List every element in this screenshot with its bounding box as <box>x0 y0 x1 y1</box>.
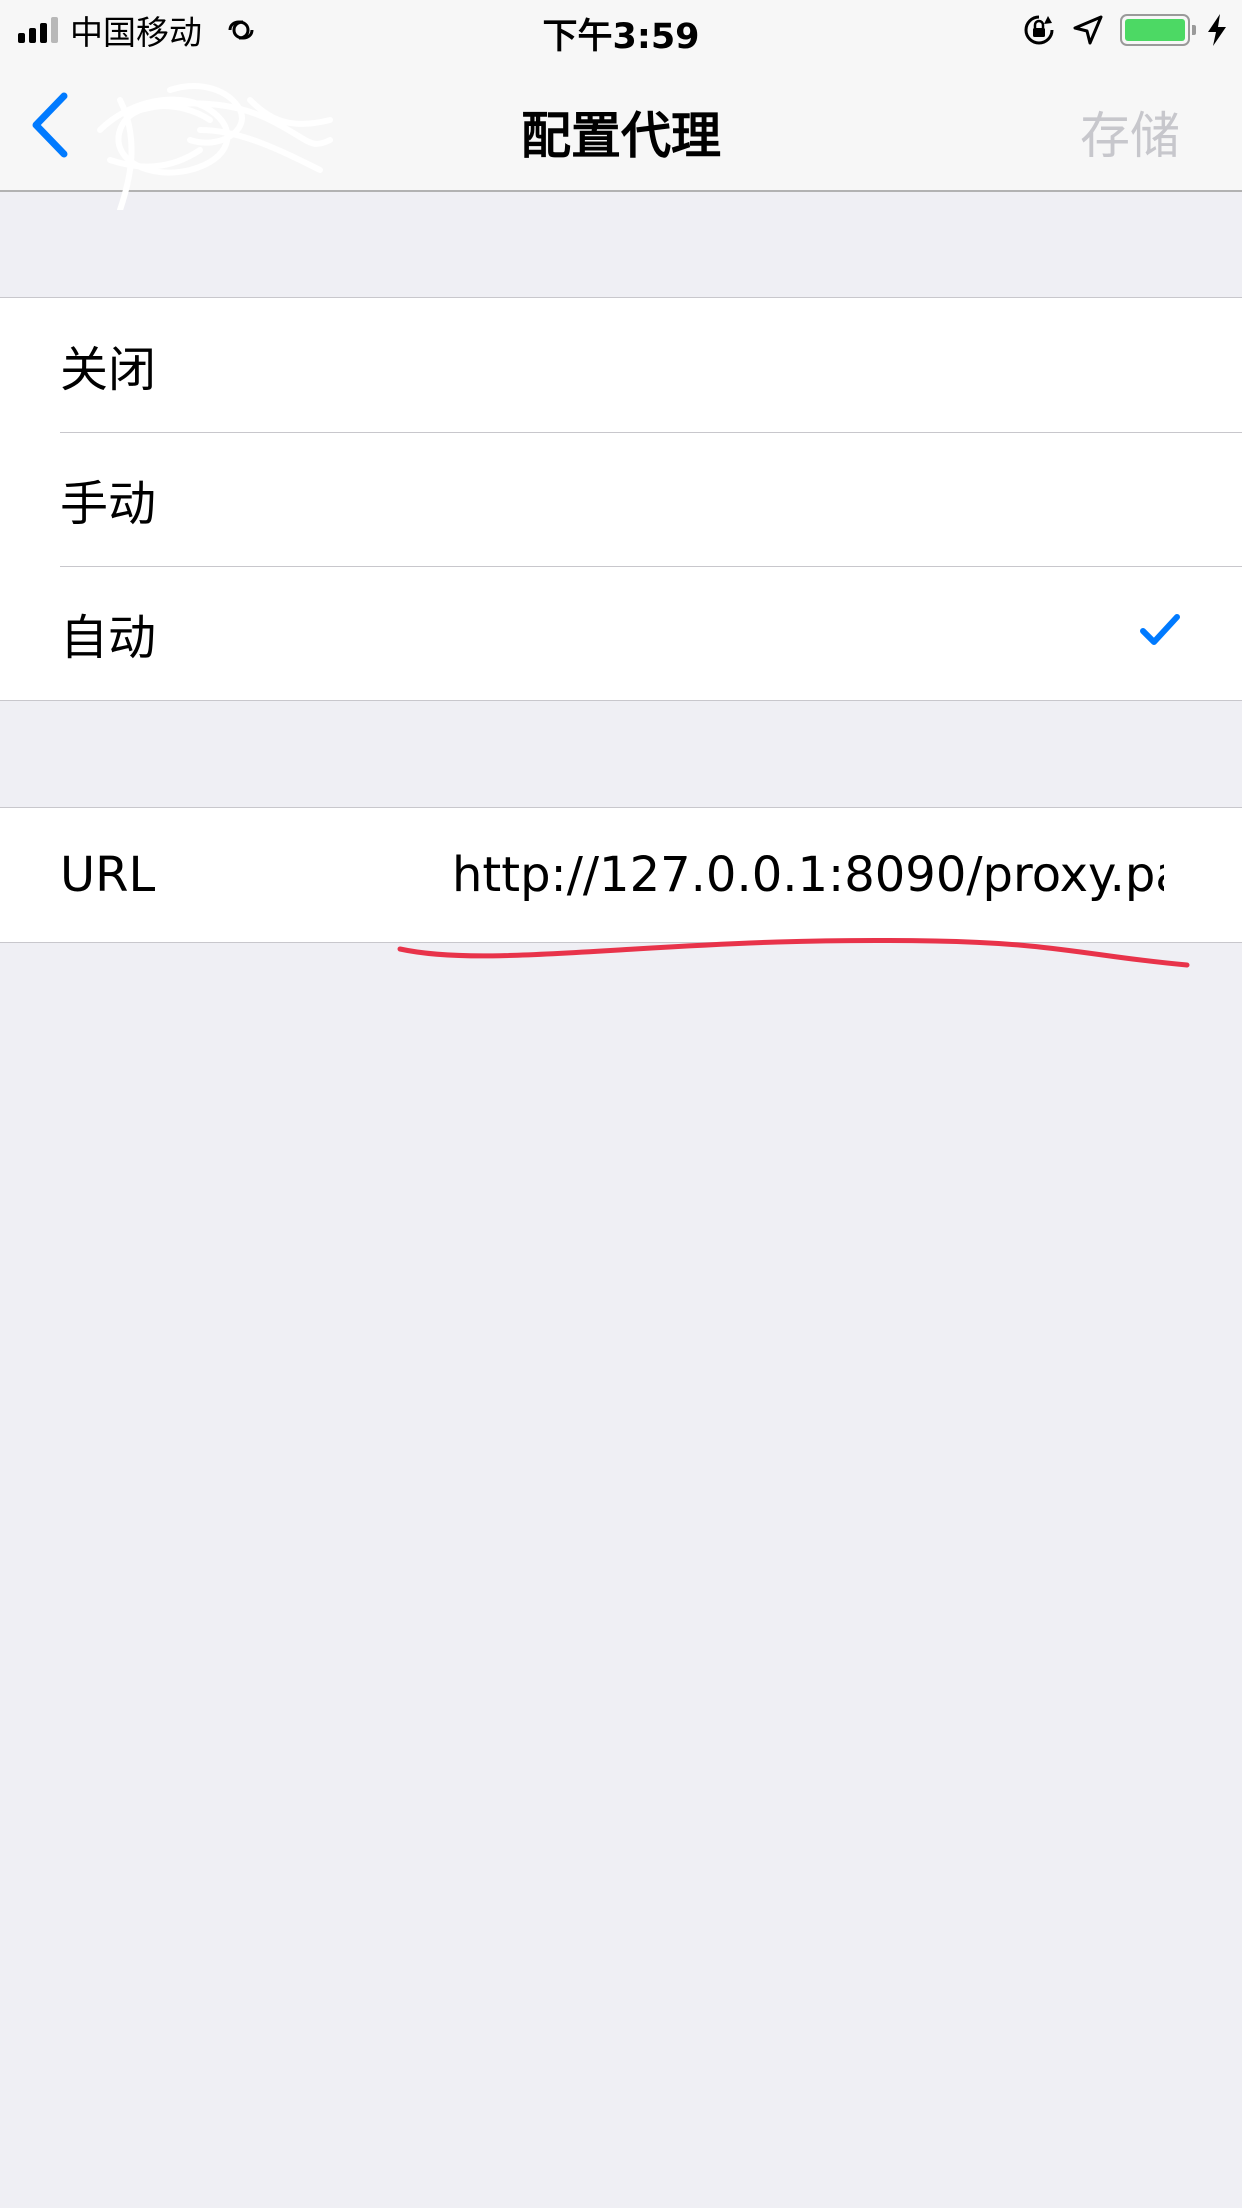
page-title: 配置代理 <box>521 107 721 165</box>
status-right <box>1022 10 1228 50</box>
proxy-mode-manual[interactable]: 手动 <box>0 432 1242 566</box>
proxy-mode-auto[interactable]: 自动 <box>0 566 1242 700</box>
url-row: URL <box>0 808 1242 942</box>
proxy-mode-auto-label: 自动 <box>60 610 157 666</box>
proxy-mode-off-label: 关闭 <box>60 342 157 398</box>
save-button[interactable]: 存储 <box>1080 96 1180 168</box>
proxy-mode-list: 关闭 手动 自动 <box>0 297 1242 701</box>
location-arrow-icon <box>1073 15 1103 45</box>
proxy-mode-off[interactable]: 关闭 <box>0 298 1242 432</box>
charging-bolt-icon <box>1208 14 1226 46</box>
battery-icon <box>1120 14 1196 46</box>
url-input[interactable] <box>452 847 1164 903</box>
navigation-bar: 配置代理 存储 <box>0 60 1242 210</box>
url-section: URL <box>0 807 1242 943</box>
url-label: URL <box>60 847 156 903</box>
battery-fill <box>1125 19 1185 41</box>
proxy-mode-manual-label: 手动 <box>60 476 157 532</box>
orientation-lock-icon <box>1024 15 1054 45</box>
status-bar: 中国移动 下午3:59 <box>0 0 1242 60</box>
checkmark-icon <box>1140 614 1180 645</box>
red-annotation-underline <box>397 937 1190 968</box>
